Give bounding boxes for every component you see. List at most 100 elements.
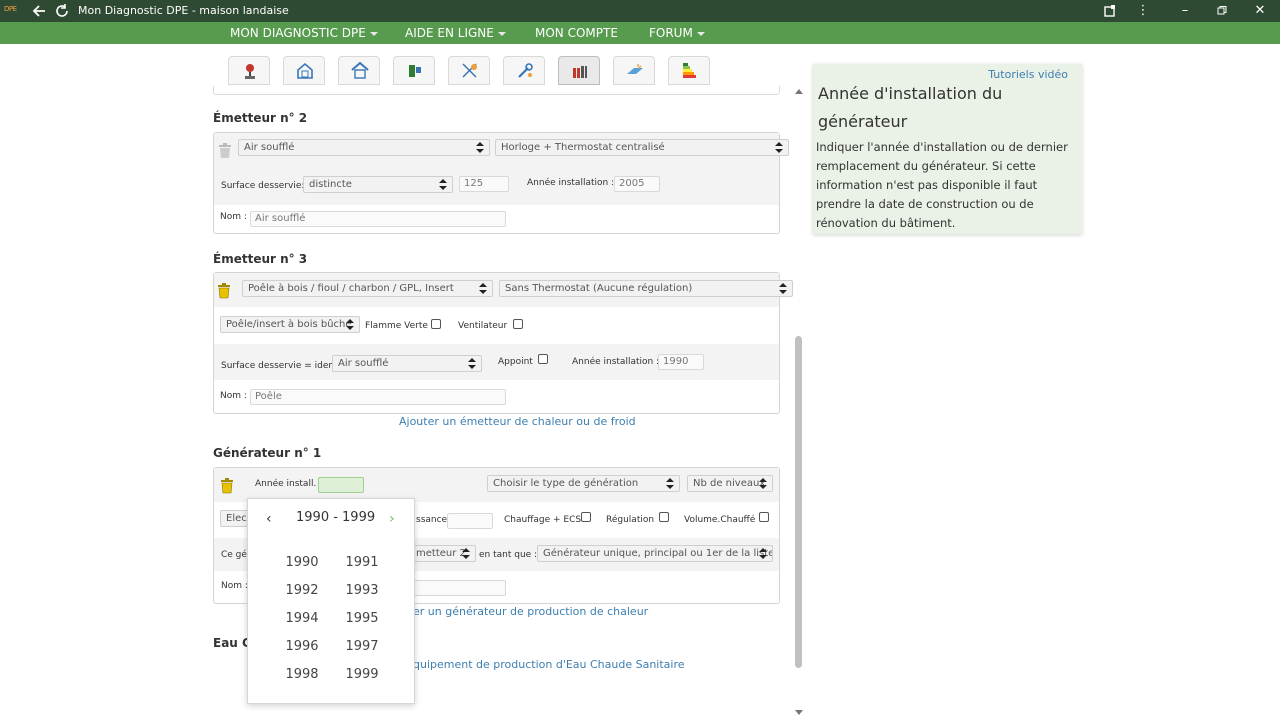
generateur-1-puissance-label: ssance xyxy=(416,515,448,525)
window-title: Mon Diagnostic DPE - maison landaise xyxy=(78,4,289,17)
emetteur-3-panel: Poêle à bois / fioul / charbon / GPL, In… xyxy=(213,272,793,414)
chauffage-ecs-checkbox[interactable] xyxy=(581,512,591,522)
emetteur-3-regulation-select[interactable]: Sans Thermostat (Aucune régulation) xyxy=(499,280,793,297)
minimize-icon[interactable]: – xyxy=(1175,1,1195,21)
previous-panel-bottom xyxy=(213,86,780,95)
emetteur-2-annee-input[interactable]: 2005 xyxy=(614,176,660,192)
generateur-1-annee-input[interactable] xyxy=(318,477,364,493)
emetteur-2-nom-input[interactable]: Air soufflé xyxy=(250,211,506,227)
appoint-label: Appoint xyxy=(498,357,533,367)
emetteur-3-surface-label: Surface desservie = idem xyxy=(221,361,338,371)
year-option[interactable]: 1994 xyxy=(282,611,322,626)
year-option[interactable]: 1990 xyxy=(282,555,322,570)
house-icon[interactable] xyxy=(283,56,325,85)
ventilateur-checkbox[interactable] xyxy=(513,319,523,329)
emetteur-2-title: Émetteur n° 2 xyxy=(213,111,308,125)
form-scrollbar[interactable] xyxy=(792,86,806,720)
emetteur-3-type-select[interactable]: Poêle à bois / fioul / charbon / GPL, In… xyxy=(242,280,493,297)
nav-mon-diagnostic[interactable]: MON DIAGNOSTIC DPE xyxy=(230,26,378,40)
nav-forum[interactable]: FORUM xyxy=(649,26,705,40)
emetteur-3-nom-input[interactable]: Poêle xyxy=(250,389,506,405)
generateur-1-title: Générateur n° 1 xyxy=(213,446,322,460)
heating-radiator-icon[interactable] xyxy=(558,56,600,85)
back-icon[interactable] xyxy=(30,2,48,20)
emetteur-3-annee-input[interactable]: 1990 xyxy=(658,354,704,370)
year-option[interactable]: 1993 xyxy=(342,583,382,598)
generateur-1-emetteur-select[interactable]: metteur 2 xyxy=(410,545,476,562)
emetteur-3-subtype-select[interactable]: Poêle/insert à bois bûche xyxy=(220,316,360,333)
emetteur-2-nom-label: Nom : xyxy=(220,212,247,222)
emetteur-3-nom-label: Nom : xyxy=(220,391,247,401)
generateur-1-niveaux-select[interactable]: Nb de niveaux xyxy=(687,475,773,492)
delete-emetteur-2-icon[interactable] xyxy=(218,143,232,159)
next-decade-icon[interactable]: › xyxy=(389,511,395,527)
restore-icon[interactable] xyxy=(1212,1,1232,21)
emetteur-2-surface-input[interactable]: 125 xyxy=(459,176,509,192)
add-emetteur-link[interactable]: Ajouter un émetteur de chaleur ou de fro… xyxy=(399,415,636,428)
year-option[interactable]: 1999 xyxy=(342,667,382,682)
solar-panel-icon[interactable] xyxy=(613,56,655,85)
extensions-icon[interactable] xyxy=(1100,1,1120,21)
close-icon[interactable]: ✕ xyxy=(1250,1,1270,21)
generateur-1-type-select[interactable]: Choisir le type de génération xyxy=(487,475,680,492)
emetteur-2-surface-label: Surface desservie: xyxy=(221,181,305,191)
scroll-thumb[interactable] xyxy=(795,336,802,668)
emetteur-2-annee-label: Année installation : xyxy=(527,178,615,188)
more-options-icon[interactable]: ⋮ xyxy=(1133,1,1153,21)
location-pin-icon[interactable] xyxy=(228,56,270,85)
decade-range-label[interactable]: 1990 - 1999 xyxy=(296,510,375,525)
window-titlebar: DPE Mon Diagnostic DPE - maison landaise… xyxy=(0,0,1280,22)
ventilation-icon[interactable] xyxy=(448,56,490,85)
volume-chauffe-label: Volume.Chauffé xyxy=(684,515,756,525)
house-roof-icon[interactable] xyxy=(338,56,380,85)
flamme-verte-checkbox[interactable] xyxy=(431,319,441,329)
delete-emetteur-3-icon[interactable] xyxy=(217,283,231,299)
emetteur-2-regulation-select[interactable]: Horloge + Thermostat centralisé xyxy=(495,139,789,156)
main-nav: MON DIAGNOSTIC DPE AIDE EN LIGNE MON COM… xyxy=(0,22,1280,44)
scroll-down-icon[interactable] xyxy=(795,710,803,715)
previous-decade-icon[interactable]: ‹ xyxy=(266,511,272,527)
year-option[interactable]: 1997 xyxy=(342,639,382,654)
help-panel: Tutoriels vidéo Année d'installation du … xyxy=(813,64,1082,234)
help-title: Année d'installation du générateur xyxy=(818,84,1003,131)
nav-aide-en-ligne[interactable]: AIDE EN LIGNE xyxy=(405,26,506,40)
emetteur-3-annee-label: Année installation : xyxy=(572,357,660,367)
emetteur-3-surface-idem-select[interactable]: Air soufflé xyxy=(332,355,482,372)
en-tant-que-label: en tant que : xyxy=(479,550,538,560)
year-option[interactable]: 1998 xyxy=(282,667,322,682)
generateur-1-ce-label: Ce gé xyxy=(221,550,247,560)
chauffage-ecs-label: Chauffage + ECS xyxy=(504,515,582,525)
regulation-checkbox[interactable] xyxy=(659,512,669,522)
eau-chaude-title: Eau C xyxy=(213,636,251,650)
help-text: Indiquer l'année d'installation ou de de… xyxy=(816,140,1068,230)
door-window-icon[interactable] xyxy=(393,56,435,85)
nav-mon-compte[interactable]: MON COMPTE xyxy=(535,26,618,40)
section-toolbar xyxy=(228,56,778,86)
reload-icon[interactable] xyxy=(53,2,71,20)
generateur-1-nom-input[interactable] xyxy=(410,580,506,596)
emetteur-3-title: Émetteur n° 3 xyxy=(213,252,308,266)
tools-icon[interactable] xyxy=(503,56,545,85)
year-option[interactable]: 1995 xyxy=(342,611,382,626)
add-ecs-link[interactable]: quipement de production d'Eau Chaude San… xyxy=(413,658,685,671)
volume-chauffe-checkbox[interactable] xyxy=(759,512,769,522)
year-picker-popup: ‹ 1990 - 1999 › 1990 1991 1992 1993 1994… xyxy=(247,498,415,704)
energy-label-icon[interactable] xyxy=(668,56,710,85)
generateur-1-puissance-input[interactable] xyxy=(447,513,493,529)
delete-generateur-1-icon[interactable] xyxy=(220,478,234,494)
appoint-checkbox[interactable] xyxy=(538,354,548,364)
year-option[interactable]: 1992 xyxy=(282,583,322,598)
year-picker-header: ‹ 1990 - 1999 › xyxy=(248,509,416,529)
emetteur-2-type-select[interactable]: Air soufflé xyxy=(238,139,490,156)
app-favicon: DPE xyxy=(4,5,17,13)
add-generateur-link[interactable]: er un générateur de production de chaleu… xyxy=(413,605,648,618)
emetteur-2-panel: Air soufflé Horloge + Thermostat central… xyxy=(213,132,789,234)
generateur-1-annee-label: Année install. xyxy=(255,479,317,489)
emetteur-2-surface-mode-select[interactable]: distincte xyxy=(303,176,453,193)
year-option[interactable]: 1996 xyxy=(282,639,322,654)
year-option[interactable]: 1991 xyxy=(342,555,382,570)
scroll-up-icon[interactable] xyxy=(795,89,803,94)
regulation-label: Régulation xyxy=(606,515,655,525)
generateur-1-nom-label: Nom : xyxy=(221,581,248,591)
generateur-1-role-select[interactable]: Générateur unique, principal ou 1er de l… xyxy=(537,545,773,562)
